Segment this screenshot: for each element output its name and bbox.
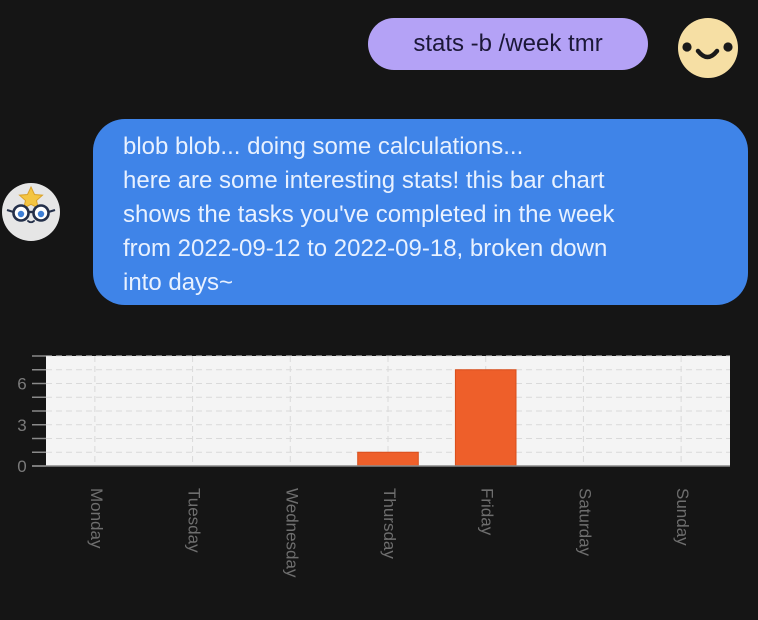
blob-with-glasses-and-star-icon	[6, 185, 56, 224]
x-tick-label: Tuesday	[185, 488, 204, 553]
bar	[357, 451, 419, 467]
x-tick-label: Sunday	[673, 488, 692, 546]
bot-message-line: here are some interesting stats! this ba…	[123, 167, 605, 194]
y-tick-label: 6	[17, 375, 26, 394]
y-tick-label: 0	[17, 457, 26, 476]
x-tick-label: Friday	[478, 488, 497, 536]
chat-screen: stats -b /week tmr blob blob... doing so…	[0, 0, 758, 620]
bot-message-line: into days~	[123, 269, 234, 296]
bot-message-bubble: blob blob... doing some calculations... …	[93, 119, 748, 305]
user-message-bubble: stats -b /week tmr	[368, 18, 648, 70]
bot-message-line: from 2022-09-12 to 2022-09-18, broken do…	[123, 235, 608, 262]
weekly-tasks-bar-chart: 0 3 6 Monday Tuesday Wednesday Thursday Friday S…	[17, 355, 730, 578]
bot-message-line: blob blob... doing some calculations...	[123, 133, 524, 160]
y-tick-label: 3	[17, 416, 26, 435]
x-tick-label: Saturday	[575, 488, 594, 557]
bot-avatar[interactable]	[2, 183, 60, 241]
x-tick-label: Thursday	[380, 488, 399, 559]
x-tick-label: Wednesday	[282, 488, 301, 578]
user-message-text: stats -b /week tmr	[413, 30, 603, 57]
bar	[454, 369, 517, 467]
x-tick-label: Monday	[87, 488, 106, 549]
smiley-face-icon	[682, 42, 733, 60]
user-avatar[interactable]	[678, 18, 738, 78]
bot-message-line: shows the tasks you've completed in the …	[123, 201, 615, 228]
